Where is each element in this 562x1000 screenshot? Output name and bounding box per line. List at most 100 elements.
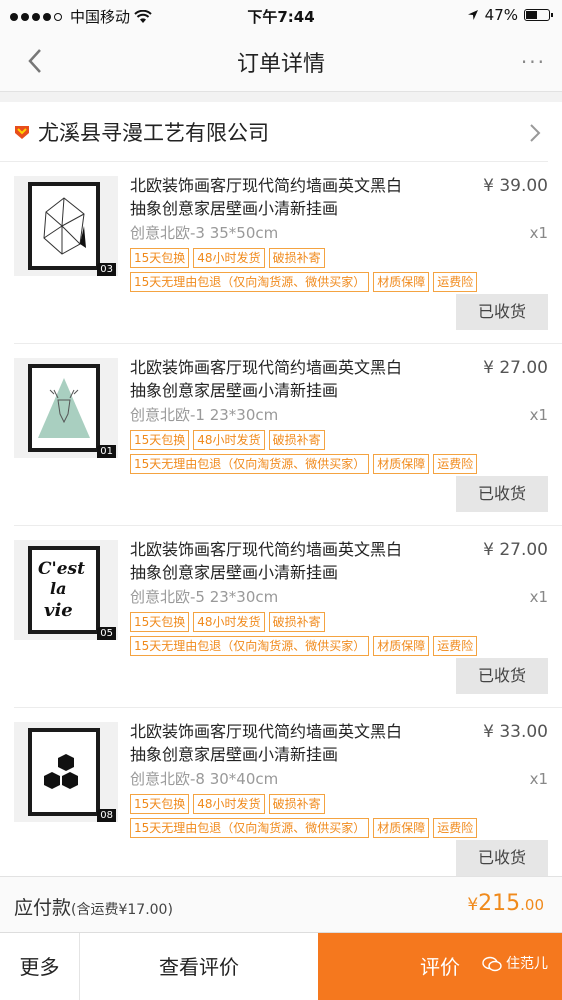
service-tag: 破损补寄: [268, 612, 325, 632]
more-button[interactable]: 更多: [0, 933, 80, 1000]
service-tags: 15天包换 48小时发货 破损补寄: [130, 248, 325, 268]
service-tag: 运费险: [433, 272, 478, 292]
service-tag: 48小时发货: [193, 612, 265, 632]
order-detail-content: 尤溪县寻漫工艺有限公司 03 北欧装饰画客厅现代简约墙画英文黑白 抽象创意家居壁…: [0, 102, 562, 876]
thumbnail-number: 08: [97, 809, 116, 822]
amount-integer: 215: [478, 891, 521, 916]
product-thumbnail: 03: [14, 176, 118, 276]
product-sku: 创意北欧-8 30*40cm: [130, 770, 279, 788]
service-tag: 15天无理由包退（仅向淘货源、微供买家）: [130, 636, 370, 656]
shop-name: 尤溪县寻漫工艺有限公司: [38, 120, 269, 145]
page-title: 订单详情: [236, 52, 325, 77]
shipping-fee-note: (含运费¥17.00): [71, 902, 173, 918]
order-item[interactable]: C'est la vie 05 北欧装饰画客厅现代简约墙画英文黑白 抽象创意家居…: [14, 526, 562, 708]
service-tag: 材质保障: [373, 636, 430, 656]
service-tag: 破损补寄: [268, 248, 325, 268]
service-tag: 材质保障: [373, 818, 430, 838]
product-title[interactable]: 北欧装饰画客厅现代简约墙画英文黑白 抽象创意家居壁画小清新挂画: [130, 356, 420, 402]
product-title-line: 抽象创意家居壁画小清新挂画: [130, 745, 339, 764]
product-title-line: 北欧装饰画客厅现代简约墙画英文黑白: [130, 722, 403, 741]
product-thumbnail: 01: [14, 358, 118, 458]
product-sku: 创意北欧-3 35*50cm: [130, 224, 279, 242]
service-tag: 材质保障: [373, 272, 430, 292]
amount-due-label: 应付款(含运费¥17.00): [14, 893, 173, 920]
total-amount: ¥215.00: [467, 891, 544, 916]
product-thumbnail: C'est la vie 05: [14, 540, 118, 640]
watermark: 住范儿: [482, 955, 548, 973]
amount-decimal: .00: [520, 896, 544, 914]
service-tag: 破损补寄: [268, 794, 325, 814]
more-options-icon[interactable]: ···: [521, 50, 546, 74]
product-thumbnail: 08: [14, 722, 118, 822]
product-quantity: x1: [529, 588, 548, 606]
battery-icon: [524, 9, 553, 21]
received-button[interactable]: 已收货: [456, 658, 548, 694]
geometric-art-icon: [43, 197, 86, 255]
nav-bar: 订单详情 ···: [0, 30, 562, 92]
service-tag: 运费险: [433, 454, 478, 474]
service-tags: 15天无理由包退（仅向淘货源、微供买家） 材质保障 运费险: [130, 454, 478, 474]
product-title-line: 抽象创意家居壁画小清新挂画: [130, 381, 339, 400]
product-title-line: 北欧装饰画客厅现代简约墙画英文黑白: [130, 358, 403, 377]
product-quantity: x1: [529, 770, 548, 788]
received-button[interactable]: 已收货: [456, 294, 548, 330]
location-arrow-icon: [467, 10, 478, 20]
service-tag: 15天无理由包退（仅向淘货源、微供买家）: [130, 272, 370, 292]
product-title[interactable]: 北欧装饰画客厅现代简约墙画英文黑白 抽象创意家居壁画小清新挂画: [130, 720, 420, 766]
product-title-line: 抽象创意家居壁画小清新挂画: [130, 199, 339, 218]
service-tags: 15天无理由包退（仅向淘货源、微供买家） 材质保障 运费险: [130, 636, 478, 656]
service-tag: 15天无理由包退（仅向淘货源、微供买家）: [130, 454, 370, 474]
product-title[interactable]: 北欧装饰画客厅现代简约墙画英文黑白 抽象创意家居壁画小清新挂画: [130, 174, 420, 220]
service-tag: 材质保障: [373, 454, 430, 474]
shop-badge-icon: [15, 125, 29, 139]
service-tag: 15天无理由包退（仅向淘货源、微供买家）: [130, 818, 370, 838]
received-button[interactable]: 已收货: [456, 840, 548, 876]
product-quantity: x1: [529, 406, 548, 424]
product-title-line: 北欧装饰画客厅现代简约墙画英文黑白: [130, 540, 403, 559]
order-item[interactable]: 08 北欧装饰画客厅现代简约墙画英文黑白 抽象创意家居壁画小清新挂画 创意北欧-…: [14, 708, 562, 876]
bottom-action-bar: 更多 查看评价 评价 住范儿: [0, 932, 562, 1000]
order-item[interactable]: 03 北欧装饰画客厅现代简约墙画英文黑白 抽象创意家居壁画小清新挂画 创意北欧-…: [14, 162, 562, 344]
product-title-line: 抽象创意家居壁画小清新挂画: [130, 563, 339, 582]
shop-header[interactable]: 尤溪县寻漫工艺有限公司: [0, 102, 548, 162]
thumbnail-number: 05: [97, 627, 116, 640]
review-button-label: 评价: [420, 955, 460, 979]
service-tag: 15天包换: [130, 794, 190, 814]
product-sku: 创意北欧-5 23*30cm: [130, 588, 279, 606]
product-price: ¥ 27.00: [483, 358, 548, 378]
service-tag: 15天包换: [130, 248, 190, 268]
art-text-line: la: [50, 579, 66, 598]
service-tags: 15天包换 48小时发货 破损补寄: [130, 794, 325, 814]
order-item[interactable]: 01 北欧装饰画客厅现代简约墙画英文黑白 抽象创意家居壁画小清新挂画 创意北欧-…: [14, 344, 562, 526]
view-review-button[interactable]: 查看评价: [80, 933, 318, 1000]
service-tag: 破损补寄: [268, 430, 325, 450]
service-tag: 15天包换: [130, 612, 190, 632]
hexagon-art-icon: [44, 754, 78, 789]
status-bar: 中国移动 下午7:44 47%: [0, 0, 562, 30]
watermark-text: 住范儿: [506, 956, 548, 972]
service-tag: 15天包换: [130, 430, 190, 450]
product-quantity: x1: [529, 224, 548, 242]
service-tags: 15天无理由包退（仅向淘货源、微供买家） 材质保障 运费险: [130, 272, 478, 292]
service-tags: 15天包换 48小时发货 破损补寄: [130, 612, 325, 632]
product-price: ¥ 27.00: [483, 540, 548, 560]
chevron-right-icon: [530, 124, 541, 142]
battery-percent: 47%: [484, 6, 518, 24]
amount-due-text: 应付款: [14, 897, 72, 919]
product-price: ¥ 39.00: [483, 176, 548, 196]
service-tags: 15天包换 48小时发货 破损补寄: [130, 430, 325, 450]
service-tag: 48小时发货: [193, 248, 265, 268]
received-button[interactable]: 已收货: [456, 476, 548, 512]
deer-triangle-art-icon: [38, 378, 90, 438]
currency-symbol: ¥: [467, 895, 479, 915]
product-title[interactable]: 北欧装饰画客厅现代简约墙画英文黑白 抽象创意家居壁画小清新挂画: [130, 538, 420, 584]
wechat-icon: [482, 956, 502, 972]
service-tags: 15天无理由包退（仅向淘货源、微供买家） 材质保障 运费险: [130, 818, 478, 838]
product-price: ¥ 33.00: [483, 722, 548, 742]
service-tag: 运费险: [433, 818, 478, 838]
product-sku: 创意北欧-1 23*30cm: [130, 406, 279, 424]
thumbnail-number: 03: [97, 263, 116, 276]
review-button[interactable]: 评价 住范儿: [318, 933, 562, 1000]
service-tag: 48小时发货: [193, 794, 265, 814]
thumbnail-number: 01: [97, 445, 116, 458]
